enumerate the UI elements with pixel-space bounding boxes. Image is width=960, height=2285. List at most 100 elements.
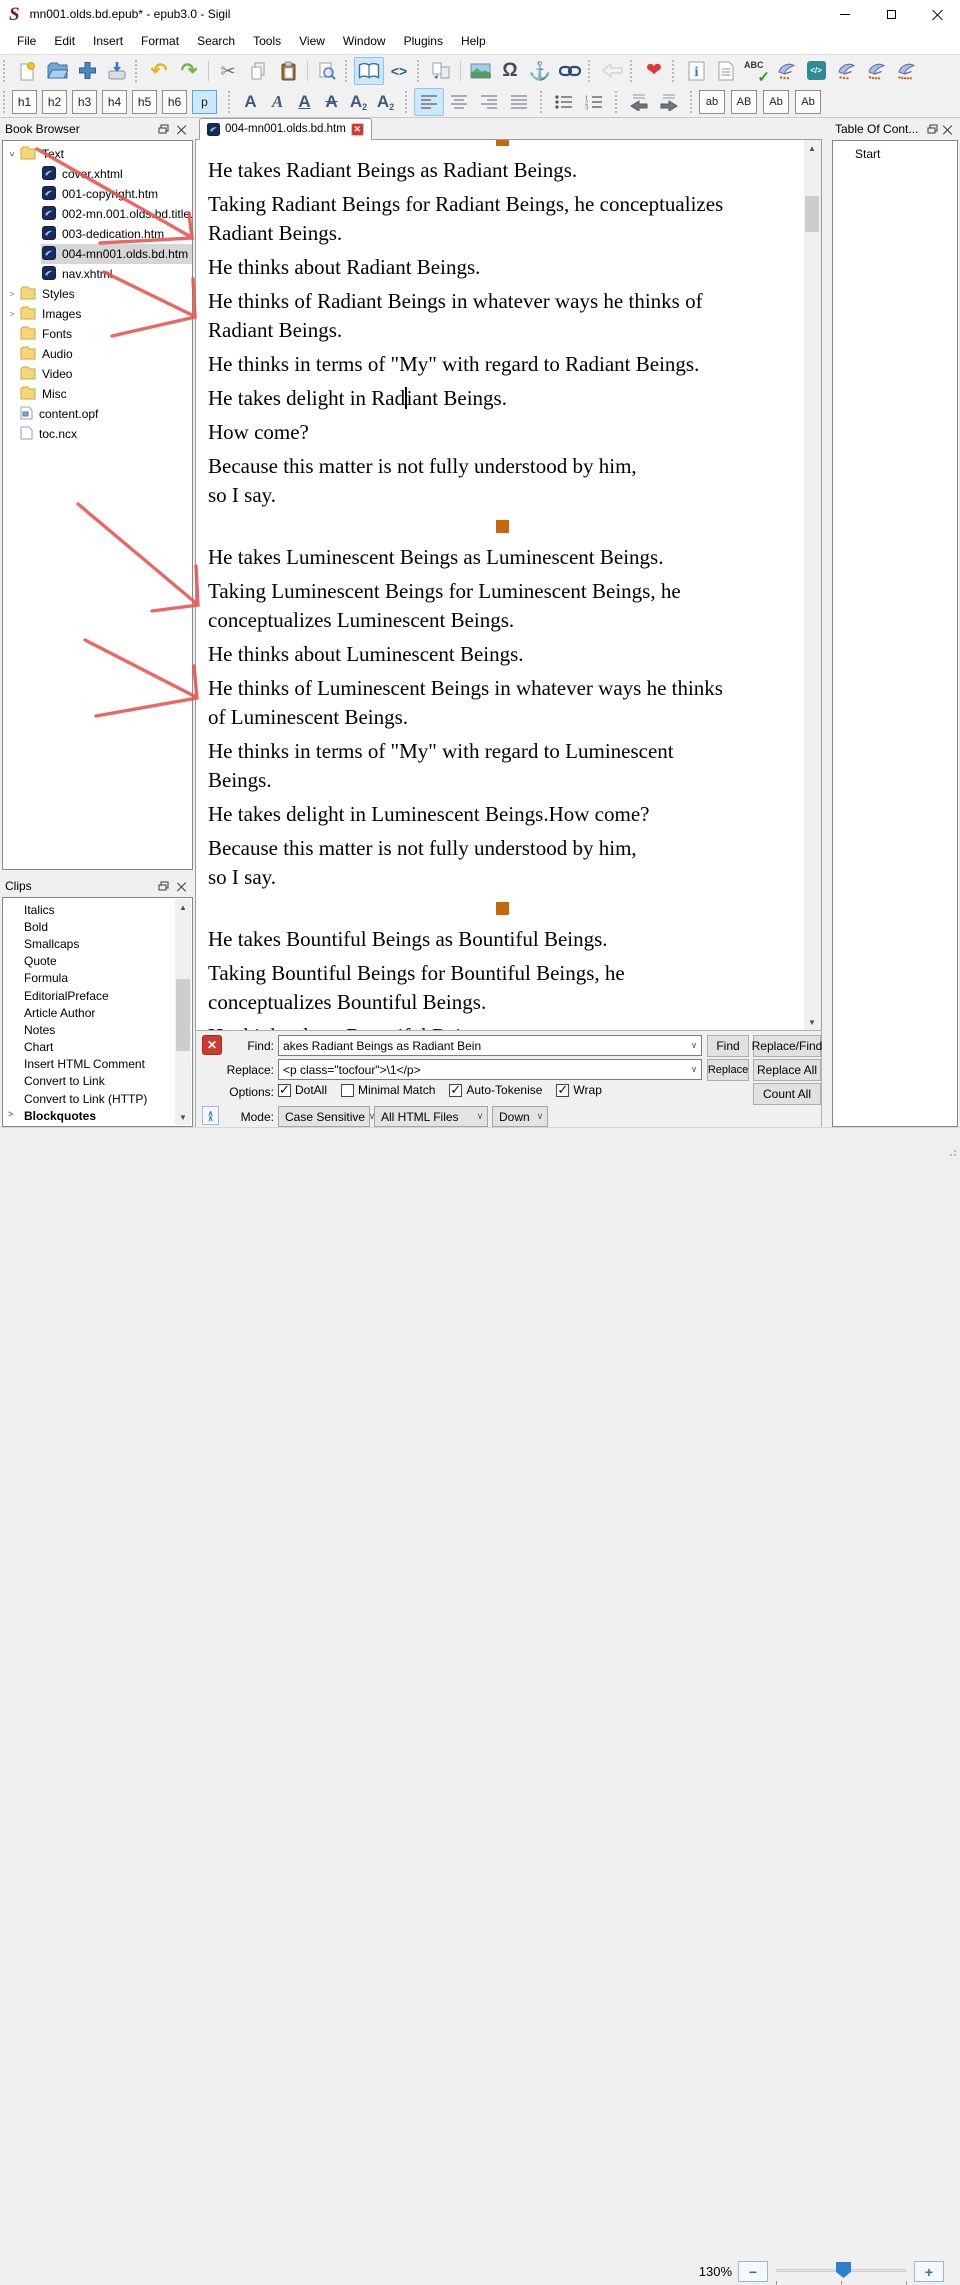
menu-item-file[interactable]: File [8,30,45,52]
book-browser-item[interactable]: 002-mn.001.olds.bd.title.... [3,204,192,224]
find-input[interactable] [279,1038,687,1053]
editor-paragraph[interactable]: Taking Luminescent Beings for Luminescen… [208,577,796,635]
close-panel-icon[interactable] [172,878,190,894]
zoom-out-button[interactable]: − [738,2261,768,2282]
editor-paragraph[interactable]: Taking Bountiful Beings for Bountiful Be… [208,959,796,1017]
format-bold-button[interactable]: A [237,89,264,115]
slider-handle[interactable] [836,2262,851,2278]
expander-closed-icon[interactable]: > [5,289,19,299]
book-browser-item[interactable]: cover.xhtml [3,164,192,184]
mode-dropdown-1[interactable]: All HTML Files ∨ [374,1106,488,1127]
mend-prettify-button[interactable] [861,57,891,85]
heading-button-h6[interactable]: h6 [162,89,187,114]
editor-paragraph[interactable]: He thinks of Radiant Beings in whatever … [208,287,796,345]
book-view-button[interactable] [354,56,384,85]
code-view-button[interactable]: <> [384,57,414,85]
book-browser-item[interactable]: > Text [3,144,192,164]
mode-dropdown-0[interactable]: Case Sensitive ∨ [278,1106,375,1127]
clip-item[interactable]: Convert to Link [3,1073,176,1090]
editor-paragraph[interactable]: He thinks about Luminescent Beings. [208,640,796,669]
align-justify-button[interactable] [504,88,534,116]
new-epub-button[interactable] [12,57,42,85]
align-right-button[interactable] [474,88,504,116]
heading-button-h5[interactable]: h5 [132,89,157,114]
editor-paragraph[interactable]: Taking Radiant Beings for Radiant Beings… [208,190,796,248]
mend-reformat-button[interactable] [891,57,921,85]
expander-open-icon[interactable]: > [7,147,17,161]
bullet-list-button[interactable] [549,88,579,116]
checkbox-checked[interactable] [556,1082,570,1098]
chevron-down-icon[interactable]: ∨ [687,1040,701,1051]
change-case-button-3[interactable]: Ab [795,89,821,114]
close-panel-icon[interactable] [172,121,190,137]
mend-code-button[interactable] [771,57,801,85]
format-sub-button[interactable]: A2 [345,89,372,115]
clip-item[interactable]: > Blockquotes [3,1107,176,1124]
change-case-button-1[interactable]: AB [731,89,757,114]
special-characters-button[interactable]: Ω [495,57,525,85]
replace-all-button[interactable]: Replace All [753,1059,821,1081]
float-panel-icon[interactable] [154,878,172,894]
book-browser-item[interactable]: toc.ncx [3,424,192,444]
editor-paragraph[interactable]: He thinks in terms of "My" with regard t… [208,737,796,795]
mend-all-button[interactable] [831,57,861,85]
menu-item-window[interactable]: Window [334,30,395,52]
format-sup-button[interactable]: A2 [372,89,399,115]
back-button[interactable] [597,57,627,85]
editor-scrollbar[interactable]: ▲ ▼ [804,140,821,1030]
clips-scrollbar[interactable]: ▲ ▼ [175,899,191,1125]
checkbox-checked[interactable] [278,1082,291,1098]
heading-button-h3[interactable]: h3 [72,89,97,114]
book-browser-item[interactable]: nav.xhtml [3,264,192,284]
resize-grip[interactable] [946,1146,956,1156]
float-panel-icon[interactable] [154,121,172,137]
editor-paragraph[interactable]: He takes delight in Radiant Beings. [208,384,796,413]
editor-paragraph[interactable]: Because this matter is not fully underst… [208,452,796,510]
editor-paragraph[interactable]: He thinks of Luminescent Beings in whate… [208,674,796,732]
paste-button[interactable] [273,57,303,85]
redo-button[interactable]: ↷ [174,57,204,85]
clip-item[interactable]: Smallcaps [3,935,176,952]
heading-button-h4[interactable]: h4 [102,89,127,114]
clip-item[interactable]: Chart [3,1039,176,1056]
copy-button[interactable] [243,57,273,85]
count-all-button[interactable]: Count All [753,1083,821,1105]
format-underline-button[interactable]: A [291,89,318,115]
spellcheck-button[interactable]: ABC ✓ [741,57,771,86]
insert-anchor-button[interactable]: ⚓ [525,57,555,85]
editor-viewport[interactable]: He takes Radiant Beings as Radiant Being… [195,140,822,1030]
menu-item-view[interactable]: View [290,30,334,52]
editor-tab[interactable]: 004-mn001.olds.bd.htm ✕ [199,118,372,140]
replace-button[interactable]: Replace [707,1059,749,1081]
scroll-up-icon[interactable]: ▲ [175,899,191,915]
format-strike-button[interactable]: A [318,89,345,115]
editor-paragraph[interactable]: He thinks in terms of "My" with regard t… [208,350,796,379]
book-browser-item[interactable]: > Styles [3,284,192,304]
outdent-button[interactable] [624,88,654,116]
zoom-in-button[interactable]: + [914,2261,944,2282]
indent-button[interactable] [654,88,684,116]
scroll-up-icon[interactable]: ▲ [804,140,820,156]
clip-item[interactable]: Bold [3,918,176,935]
minimize-button[interactable] [822,0,868,28]
menu-item-format[interactable]: Format [132,30,188,52]
clip-item[interactable]: Convert to Link (HTTP) [3,1090,176,1107]
clip-item[interactable]: Quote [3,953,176,970]
book-browser-item[interactable]: Video [3,364,192,384]
find-combobox[interactable]: ∨ [278,1035,702,1056]
change-case-button-2[interactable]: Ab [763,89,789,114]
replace-find-button[interactable]: Replace/Find [752,1035,822,1057]
chevron-down-icon[interactable]: ∨ [533,1111,547,1122]
tab-close-icon[interactable]: ✕ [350,122,364,136]
chevron-down-icon[interactable]: ∨ [687,1064,701,1075]
book-browser-item[interactable]: 001-copyright.htm [3,184,192,204]
toc-item[interactable]: Start [833,144,957,163]
expander-closed-icon[interactable]: > [8,1109,13,1119]
editor-paragraph[interactable]: He thinks about Bountiful Beings. [208,1022,796,1030]
insert-image-button[interactable] [465,57,495,85]
clip-item[interactable]: Insert HTML Comment [3,1056,176,1073]
scroll-down-icon[interactable]: ▼ [175,1109,191,1125]
book-browser-item[interactable]: 004-mn001.olds.bd.htm [3,244,192,264]
scroll-down-icon[interactable]: ▼ [804,1014,820,1030]
menu-item-edit[interactable]: Edit [45,30,84,52]
